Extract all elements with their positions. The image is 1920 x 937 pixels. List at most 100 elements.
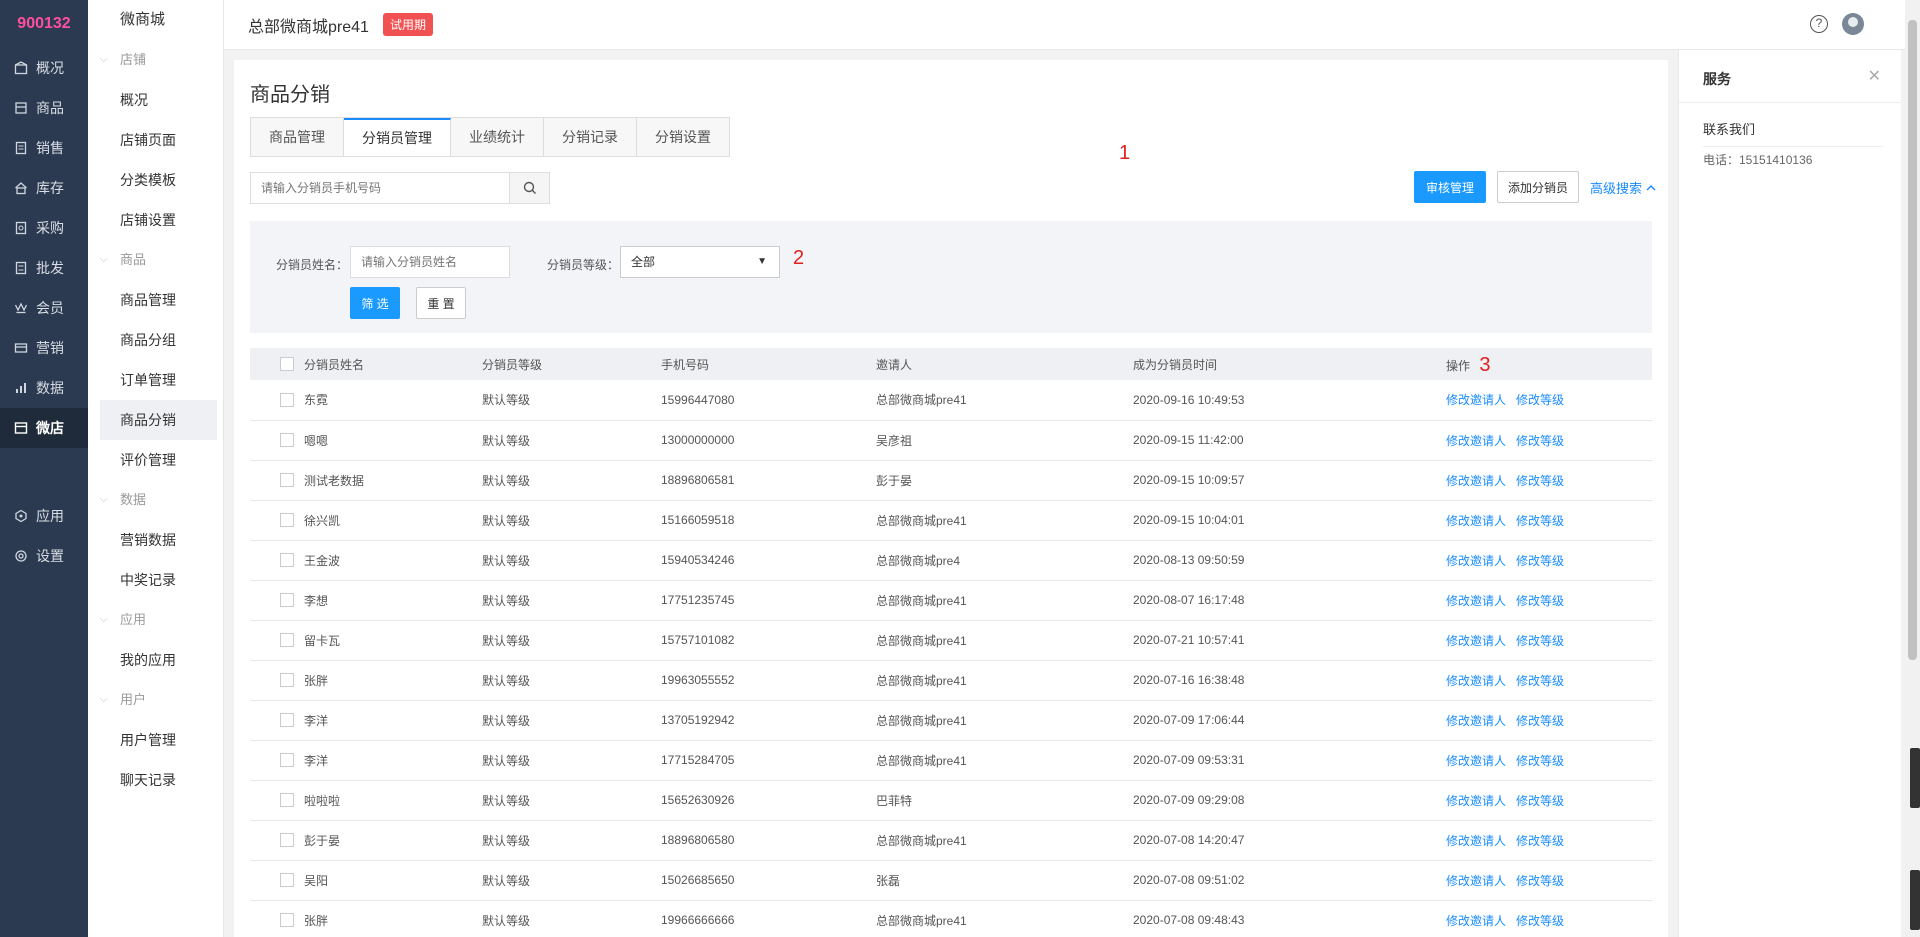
row-checkbox[interactable] (280, 473, 294, 488)
edit-inviter-link[interactable]: 修改邀请人 (1446, 554, 1506, 568)
subnav-group-header[interactable]: ⌵ 数据 (88, 480, 223, 520)
edit-level-link[interactable]: 修改等级 (1516, 514, 1564, 528)
edit-level-link[interactable]: 修改等级 (1516, 434, 1564, 448)
tab[interactable]: 分销员管理 (344, 118, 451, 156)
row-checkbox[interactable] (280, 513, 294, 528)
edit-level-link[interactable]: 修改等级 (1516, 754, 1564, 768)
rail-item[interactable]: 概况 (0, 48, 88, 88)
rail-item[interactable]: 数据 (0, 368, 88, 408)
edit-level-link[interactable]: 修改等级 (1516, 714, 1564, 728)
edit-level-link[interactable]: 修改等级 (1516, 474, 1564, 488)
edit-inviter-link[interactable]: 修改邀请人 (1446, 594, 1506, 608)
subnav-link[interactable]: 我的应用 (88, 640, 223, 680)
scrollbar-thumb[interactable] (1908, 20, 1917, 660)
edit-inviter-link[interactable]: 修改邀请人 (1446, 514, 1506, 528)
edit-level-link[interactable]: 修改等级 (1516, 634, 1564, 648)
column-header-actions: 操作 3 (1446, 348, 1652, 380)
subnav-link[interactable]: 商品管理 (88, 280, 223, 320)
table-cell: 留卡瓦 (304, 633, 341, 648)
table-cell: 15996447080 (661, 392, 735, 407)
rail-item[interactable]: 销售 (0, 128, 88, 168)
row-checkbox[interactable] (280, 873, 294, 888)
subnav-link[interactable]: 商品分组 (88, 320, 223, 360)
rail-item[interactable]: 采购 (0, 208, 88, 248)
subnav-link[interactable]: 订单管理 (88, 360, 223, 400)
subnav-link[interactable]: 概况 (88, 80, 223, 120)
edit-inviter-link[interactable]: 修改邀请人 (1446, 634, 1506, 648)
tab[interactable]: 分销记录 (544, 118, 637, 156)
edit-inviter-link[interactable]: 修改邀请人 (1446, 714, 1506, 728)
row-checkbox[interactable] (280, 393, 294, 408)
subnav-link[interactable]: 商品分销 (100, 400, 217, 440)
subnav-group-header[interactable]: ⌵ 商品 (88, 240, 223, 280)
row-checkbox[interactable] (280, 633, 294, 648)
edit-inviter-link[interactable]: 修改邀请人 (1446, 474, 1506, 488)
subnav-link[interactable]: 分类模板 (88, 160, 223, 200)
level-select[interactable]: 全部 ▼ (620, 246, 780, 278)
subnav-link[interactable]: 营销数据 (88, 520, 223, 560)
rail-item[interactable]: 营销 (0, 328, 88, 368)
rail-item[interactable]: 设置 (0, 536, 88, 576)
rail-item[interactable]: 微店 (0, 408, 88, 448)
table-cell: 13000000000 (661, 433, 735, 447)
edit-inviter-link[interactable]: 修改邀请人 (1446, 393, 1506, 407)
edit-level-link[interactable]: 修改等级 (1516, 393, 1564, 407)
row-checkbox[interactable] (280, 433, 294, 448)
row-checkbox[interactable] (280, 713, 294, 728)
row-checkbox[interactable] (280, 553, 294, 568)
search-button[interactable] (510, 172, 550, 204)
edit-level-link[interactable]: 修改等级 (1516, 674, 1564, 688)
row-checkbox[interactable] (280, 593, 294, 608)
edit-inviter-link[interactable]: 修改邀请人 (1446, 834, 1506, 848)
chevron-up-icon (1646, 184, 1656, 190)
subnav-link[interactable]: 聊天记录 (88, 760, 223, 800)
tab[interactable]: 业绩统计 (451, 118, 544, 156)
help-icon[interactable]: ? (1810, 15, 1828, 33)
row-checkbox[interactable] (280, 793, 294, 808)
edit-level-link[interactable]: 修改等级 (1516, 874, 1564, 888)
row-checkbox[interactable] (280, 753, 294, 768)
rail-item[interactable]: 应用 (0, 496, 88, 536)
rail-item[interactable]: 商品 (0, 88, 88, 128)
advanced-search-toggle[interactable]: 高级搜索 (1590, 178, 1657, 197)
edit-inviter-link[interactable]: 修改邀请人 (1446, 874, 1506, 888)
rail-item[interactable]: 会员 (0, 288, 88, 328)
floating-widget[interactable] (1910, 748, 1920, 808)
edit-level-link[interactable]: 修改等级 (1516, 914, 1564, 928)
avatar[interactable] (1842, 13, 1864, 35)
select-all-checkbox[interactable] (280, 357, 294, 372)
edit-level-link[interactable]: 修改等级 (1516, 554, 1564, 568)
review-management-button[interactable]: 审核管理 (1414, 171, 1486, 203)
add-distributor-button[interactable]: 添加分销员 (1497, 171, 1579, 203)
close-icon[interactable]: ✕ (1868, 66, 1881, 86)
subnav-link[interactable]: 店铺页面 (88, 120, 223, 160)
row-checkbox[interactable] (280, 673, 294, 688)
row-checkbox[interactable] (280, 913, 294, 928)
search-input[interactable] (250, 172, 510, 204)
subnav-link[interactable]: 店铺设置 (88, 200, 223, 240)
floating-widget[interactable] (1910, 870, 1920, 930)
edit-inviter-link[interactable]: 修改邀请人 (1446, 434, 1506, 448)
filter-button[interactable]: 筛 选 (350, 287, 400, 319)
subnav-group-header[interactable]: ⌵ 应用 (88, 600, 223, 640)
edit-inviter-link[interactable]: 修改邀请人 (1446, 754, 1506, 768)
tab[interactable]: 分销设置 (637, 118, 730, 156)
subnav-link[interactable]: 用户管理 (88, 720, 223, 760)
subnav-group-header[interactable]: ⌵ 用户 (88, 680, 223, 720)
subnav-link[interactable]: 评价管理 (88, 440, 223, 480)
name-filter-input[interactable] (350, 246, 510, 278)
edit-inviter-link[interactable]: 修改邀请人 (1446, 794, 1506, 808)
rail-item[interactable]: 库存 (0, 168, 88, 208)
row-checkbox[interactable] (280, 833, 294, 848)
subnav-group-header[interactable]: ⌵ 店铺 (88, 40, 223, 80)
subnav-link[interactable]: 中奖记录 (88, 560, 223, 600)
edit-inviter-link[interactable]: 修改邀请人 (1446, 674, 1506, 688)
edit-inviter-link[interactable]: 修改邀请人 (1446, 914, 1506, 928)
edit-level-link[interactable]: 修改等级 (1516, 834, 1564, 848)
edit-level-link[interactable]: 修改等级 (1516, 794, 1564, 808)
edit-level-link[interactable]: 修改等级 (1516, 594, 1564, 608)
tab[interactable]: 商品管理 (251, 118, 344, 156)
rail-item[interactable]: 批发 (0, 248, 88, 288)
reset-button[interactable]: 重 置 (416, 287, 466, 319)
table-cell: 默认等级 (482, 873, 531, 888)
